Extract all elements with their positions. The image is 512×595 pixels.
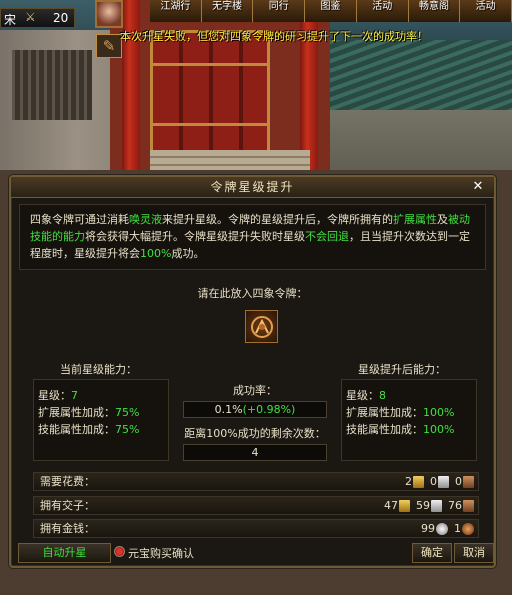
gold-ingot-icon — [399, 499, 410, 512]
auto-upgrade-button[interactable]: 自动升星 — [18, 543, 111, 563]
silver-coin-icon — [436, 522, 448, 535]
remaining-attempts-label: 距离100%成功的剩余次数： — [184, 427, 326, 440]
gold-ingot-icon — [413, 475, 424, 488]
yuanbao-confirm-radio[interactable] — [114, 546, 125, 557]
yuanbao-confirm-label: 元宝购买确认 — [128, 547, 194, 560]
copper-coin-icon — [462, 522, 474, 535]
after-ability-heading: 星级提升后能力： — [358, 363, 446, 376]
top-menu-bar: 江湖行 无字楼 同行 图鉴 活动 畅意阁 活动 — [150, 0, 512, 22]
system-notice: 本次升星失败，但您对四象令牌的研习提升了下一次的成功率！ — [120, 30, 428, 43]
insert-token-prompt: 请在此放入四象令牌： — [197, 287, 308, 300]
success-rate-label: 成功率： — [233, 384, 277, 397]
cost-silver: 0 — [430, 475, 437, 488]
player-portrait[interactable] — [95, 0, 123, 28]
player-nameplate: 宋 ⚔ 20 — [0, 8, 75, 28]
menu-item[interactable]: 同行 — [253, 0, 306, 22]
four-symbols-token-icon — [250, 315, 273, 338]
token-star-upgrade-dialog: 令牌星级提升 ✕ 四象令牌可通过消耗唤灵液来提升星级。令牌的星级提升后，令牌所拥… — [9, 175, 496, 568]
cost-gold: 2 — [405, 475, 412, 488]
dialog-title: 令牌星级提升 — [11, 177, 494, 198]
confirm-button[interactable]: 确定 — [412, 543, 452, 563]
close-icon[interactable]: ✕ — [470, 179, 486, 195]
menu-item[interactable]: 活动 — [356, 0, 409, 22]
after-ability-panel: 星级：8 扩展属性加成：100% 技能属性加成：100% — [341, 379, 477, 461]
current-star-value: 7 — [71, 389, 78, 402]
after-skill-value: 100% — [423, 423, 455, 436]
menu-item[interactable]: 江湖行 — [150, 0, 202, 22]
silver-ingot-icon — [431, 499, 442, 512]
after-ext-value: 100% — [423, 406, 455, 419]
cost-copper: 0 — [455, 475, 462, 488]
current-ext-value: 75% — [115, 406, 140, 419]
copper-ingot-icon — [463, 499, 474, 512]
jiaozi-copper: 76 — [448, 499, 462, 512]
player-level: 20 — [53, 11, 69, 25]
silver-ingot-icon — [438, 475, 449, 488]
player-name: 宋 — [4, 13, 17, 27]
menu-item[interactable]: 图鉴 — [305, 0, 357, 22]
jiaozi-gold: 47 — [384, 499, 398, 512]
side-building — [330, 40, 512, 180]
money-row: 拥有金钱： 99 1 — [33, 519, 479, 538]
money-silver: 99 — [421, 522, 435, 535]
skill-shortcut-icon[interactable]: ✎ — [96, 34, 122, 58]
cost-row: 需要花费： 2 0 0 — [33, 472, 479, 491]
after-star-value: 8 — [379, 389, 386, 402]
success-rate-box: 0.1%(+0.98%) — [183, 401, 327, 418]
cancel-button[interactable]: 取消 — [454, 543, 494, 563]
current-skill-value: 75% — [115, 423, 140, 436]
copper-ingot-icon — [463, 475, 474, 488]
jiaozi-silver: 59 — [416, 499, 430, 512]
description-box: 四象令牌可通过消耗唤灵液来提升星级。令牌的星级提升后，令牌所拥有的扩展属性及被动… — [19, 204, 486, 270]
jiaozi-row: 拥有交子： 47 59 76 — [33, 496, 479, 515]
current-ability-panel: 星级：7 扩展属性加成：75% 技能属性加成：75% — [33, 379, 169, 461]
money-copper: 1 — [454, 522, 461, 535]
menu-item[interactable]: 无字楼 — [201, 0, 254, 22]
sword-icon: ⚔ — [25, 10, 36, 24]
current-ability-heading: 当前星级能力： — [60, 363, 137, 376]
menu-item[interactable]: 活动 — [460, 0, 512, 22]
red-pillar — [122, 0, 140, 180]
menu-item[interactable]: 畅意阁 — [408, 0, 461, 22]
remaining-attempts-box: 4 — [183, 444, 327, 461]
token-slot[interactable] — [245, 310, 278, 343]
